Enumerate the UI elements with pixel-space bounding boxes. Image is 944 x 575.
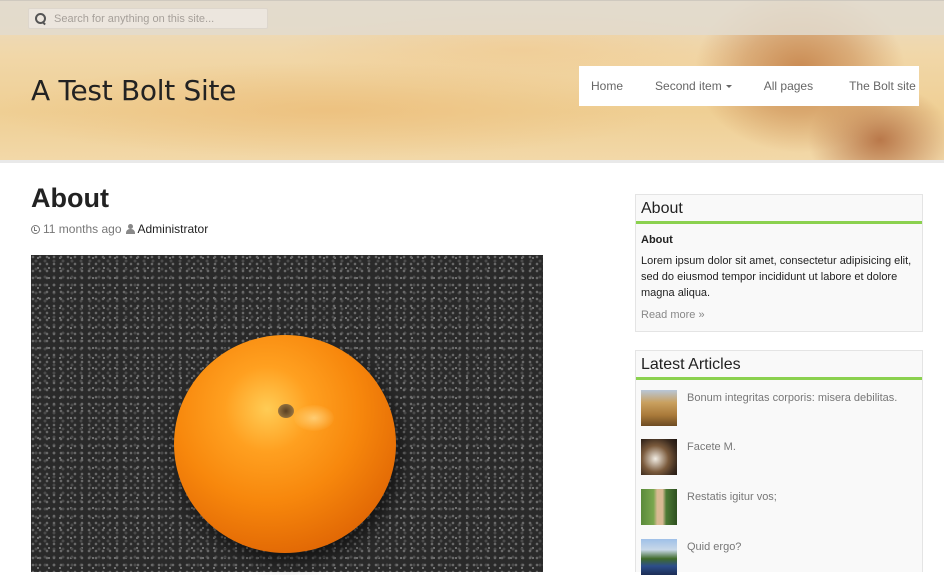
orange-image-subject [174, 335, 396, 553]
list-item[interactable]: Facete M. [641, 439, 736, 475]
stem [278, 404, 294, 418]
nav-item-all-pages[interactable]: All pages [744, 66, 825, 106]
widget-heading: Latest Articles [636, 351, 922, 380]
about-widget: About About Lorem ipsum dolor sit amet, … [635, 194, 923, 332]
article-thumbnail[interactable] [641, 439, 677, 475]
list-item[interactable]: Bonum integritas corporis: misera debili… [641, 390, 897, 426]
post-author[interactable]: Administrator [138, 222, 209, 236]
nav-item-bolt-site[interactable]: The Bolt site [825, 66, 928, 106]
site-title[interactable]: A Test Bolt Site [31, 74, 236, 107]
main-nav: Home Second item All pages The Bolt site [579, 66, 919, 106]
nav-item-home[interactable]: Home [579, 66, 635, 106]
search-input[interactable] [54, 12, 254, 25]
article-title[interactable]: Quid ergo? [687, 541, 741, 553]
list-item[interactable]: Restatis igitur vos; [641, 489, 777, 525]
read-more-link[interactable]: Read more » [641, 309, 917, 321]
featured-image [31, 255, 543, 572]
clock-icon [31, 224, 40, 234]
widget-text: Lorem ipsum dolor sit amet, consectetur … [641, 255, 912, 299]
highlight [294, 405, 334, 431]
search-box[interactable] [28, 8, 268, 29]
latest-articles-widget: Latest Articles Bonum integritas corpori… [635, 350, 923, 575]
nav-item-second[interactable]: Second item [635, 66, 744, 106]
list-item[interactable]: Quid ergo? [641, 539, 741, 575]
top-bar [0, 0, 944, 35]
nav-item-label: The Bolt site [849, 79, 916, 93]
user-icon [125, 224, 135, 234]
nav-item-label: Home [591, 79, 624, 93]
nav-item-label: Second item [655, 79, 722, 93]
search-icon [35, 12, 47, 25]
article-thumbnail[interactable] [641, 390, 677, 426]
post-date: 11 months ago [43, 222, 122, 236]
header-banner: A Test Bolt Site Home Second item All pa… [0, 0, 944, 163]
caret-down-icon [725, 84, 732, 88]
nav-item-label: All pages [763, 79, 814, 93]
article-title[interactable]: Facete M. [687, 441, 736, 453]
page-title: About [31, 183, 109, 213]
widget-heading: About [636, 195, 922, 224]
article-title[interactable]: Restatis igitur vos; [687, 491, 777, 503]
widget-subheading: About [641, 234, 673, 246]
article-thumbnail[interactable] [641, 539, 677, 575]
article-thumbnail[interactable] [641, 489, 677, 525]
post-meta: 11 months ago Administrator [31, 222, 591, 236]
main-content: About 11 months ago Administrator [31, 183, 591, 236]
article-title[interactable]: Bonum integritas corporis: misera debili… [687, 392, 897, 404]
